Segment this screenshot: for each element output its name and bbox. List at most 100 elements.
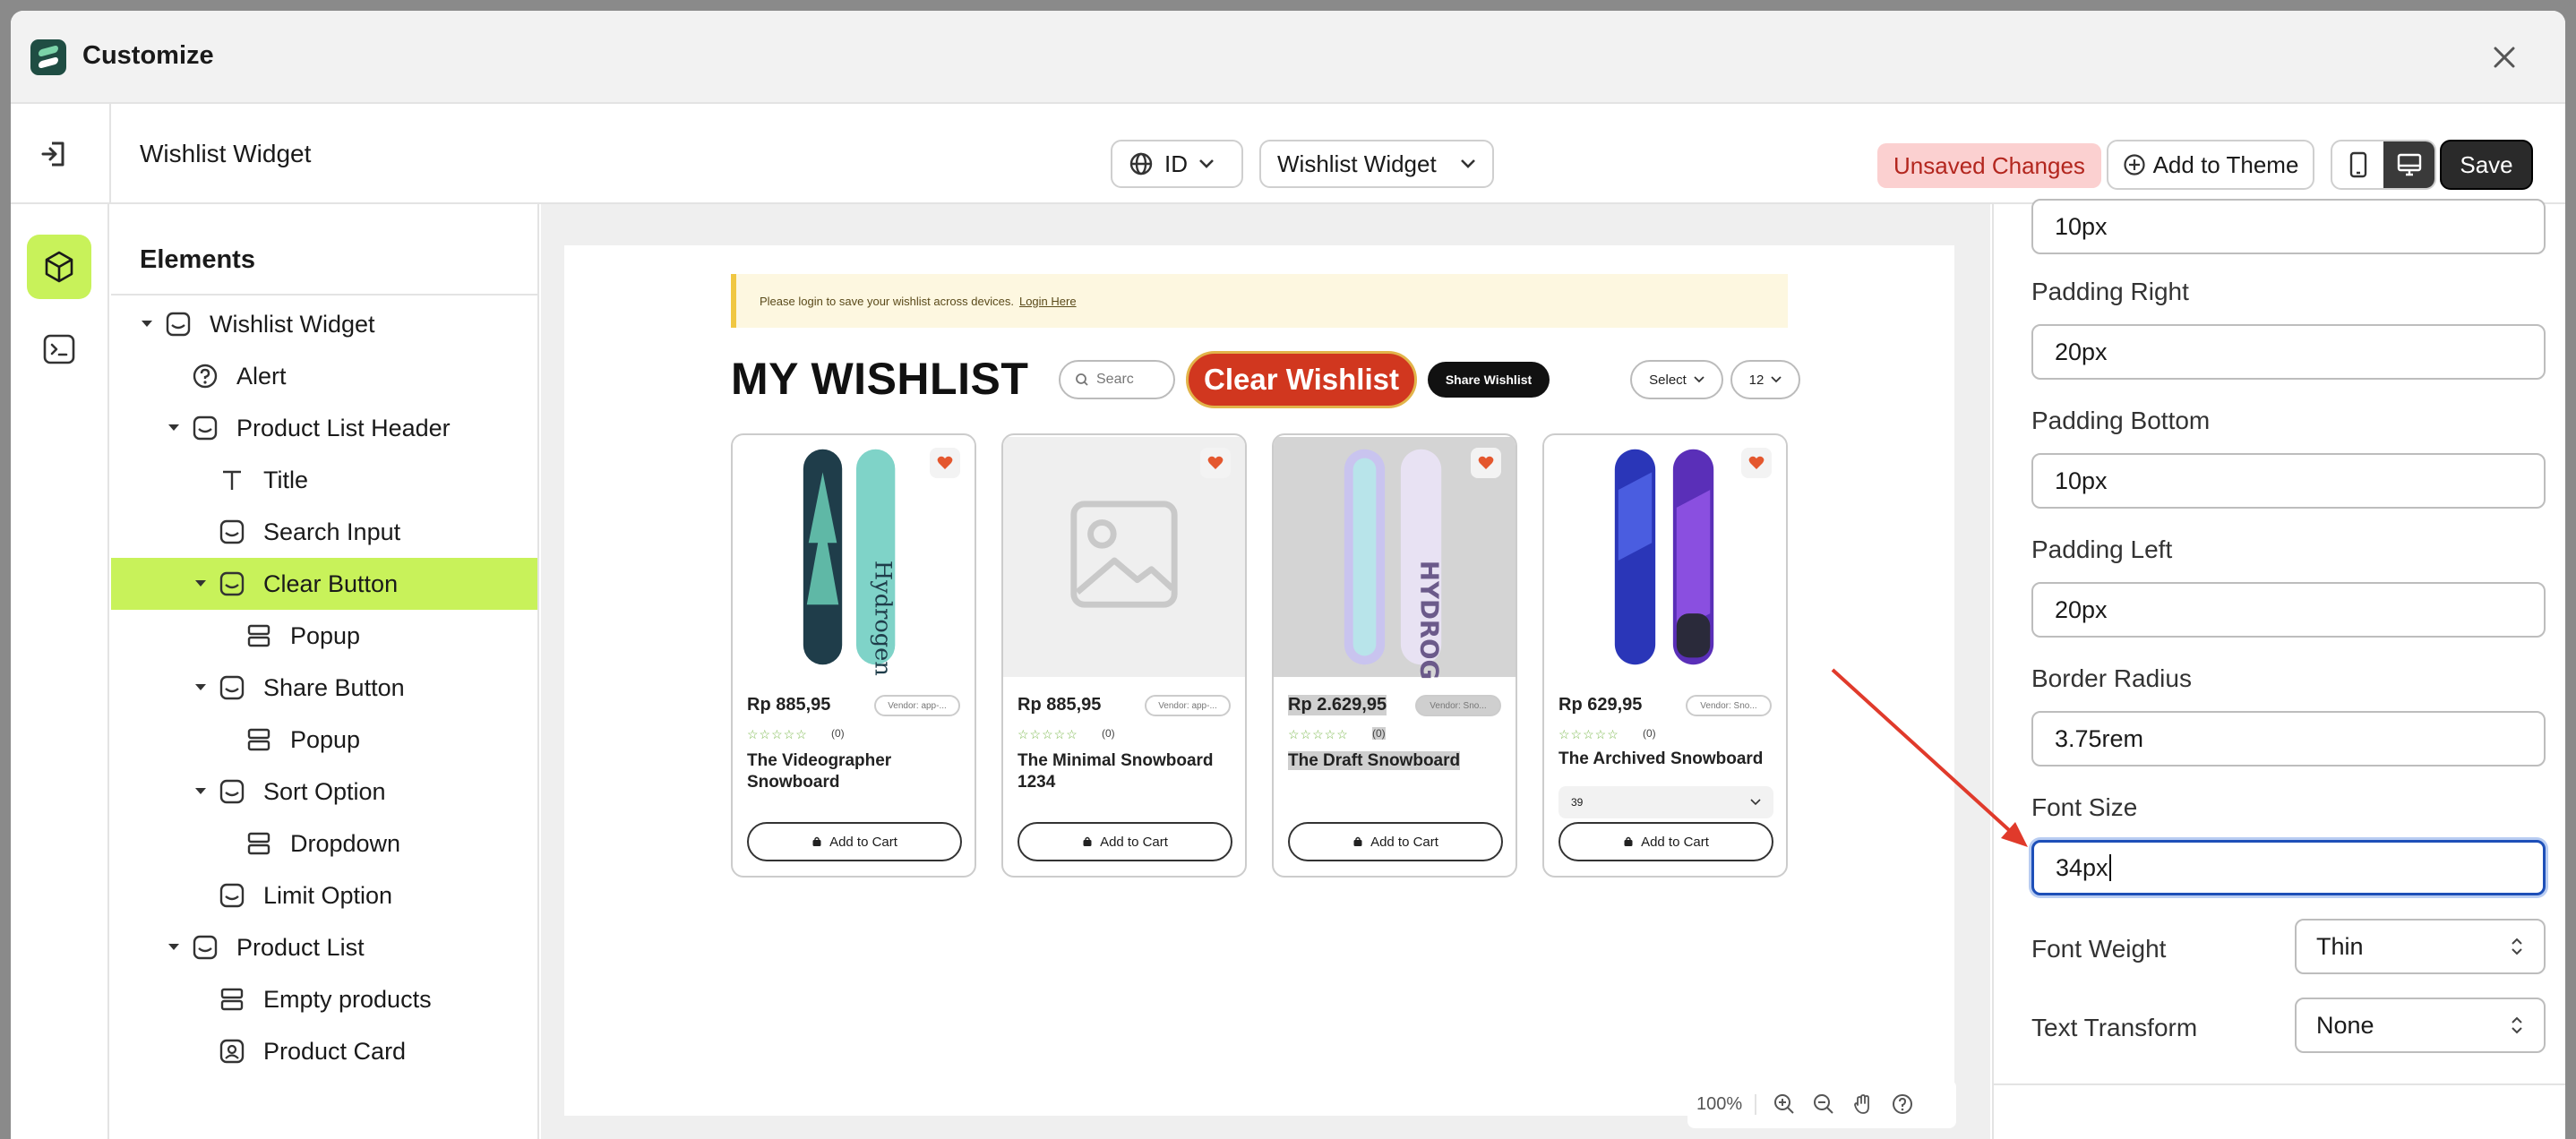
wishlist-heart-button[interactable]	[1471, 448, 1501, 478]
zoom-out-icon[interactable]	[1812, 1092, 1835, 1116]
review-count: (0)	[831, 727, 845, 740]
tree-item-share-button[interactable]: Share Button	[111, 662, 537, 714]
tree-item-dropdown[interactable]: Dropdown	[111, 818, 537, 869]
hand-icon[interactable]	[1851, 1092, 1875, 1116]
tree-item-label: Sort Option	[263, 777, 386, 805]
add-to-theme-button[interactable]: Add to Theme	[2107, 140, 2314, 190]
product-card[interactable]: Rp 629,95 Vendor: Sno... ☆☆☆☆☆ (0) The A…	[1542, 433, 1788, 878]
wishlist-search-input[interactable]: Searc	[1059, 360, 1175, 399]
tree-item-wishlist-widget[interactable]: Wishlist Widget	[111, 298, 537, 350]
caret-down-icon[interactable]	[168, 944, 179, 950]
section-icon	[166, 312, 191, 337]
clear-wishlist-button[interactable]: Clear Wishlist	[1186, 351, 1417, 408]
layout-rows-icon	[247, 728, 270, 751]
desktop-view-button[interactable]	[2383, 141, 2434, 188]
font-size-label: Font Size	[2031, 793, 2138, 821]
variant-value: 39	[1571, 796, 1584, 809]
tree-item-label: Empty products	[263, 985, 432, 1013]
search-icon	[1076, 373, 1088, 386]
border-radius-field[interactable]: 3.75rem	[2031, 711, 2546, 766]
limit-select[interactable]: 12	[1730, 360, 1800, 399]
vendor-badge: Vendor: Sno...	[1686, 695, 1772, 716]
tree-item-label: Product List Header	[236, 414, 451, 441]
desktop-icon	[2397, 153, 2421, 176]
elements-panel: Elements Wishlist Widget Alert Product L…	[111, 204, 539, 1139]
add-to-cart-button[interactable]: Add to Cart	[747, 822, 962, 861]
variant-select[interactable]: 39	[1558, 786, 1773, 818]
caret-down-icon[interactable]	[195, 684, 206, 690]
add-to-cart-button[interactable]: Add to Cart	[1018, 822, 1232, 861]
login-link[interactable]: Login Here	[1019, 295, 1077, 308]
terminal-icon	[43, 334, 75, 364]
caret-down-icon[interactable]	[168, 424, 179, 431]
sort-select[interactable]: Select	[1630, 360, 1723, 399]
product-card[interactable]: Rp 885,95 Vendor: app-... ☆☆☆☆☆ (0) The …	[1001, 433, 1247, 878]
tree-item-product-list[interactable]: Product List	[111, 921, 537, 973]
font-size-field[interactable]: 34px	[2031, 840, 2546, 895]
widget-select[interactable]: Wishlist Widget	[1259, 140, 1494, 188]
component-icon	[219, 779, 245, 804]
layout-rows-icon	[247, 624, 270, 647]
add-to-cart-button[interactable]: Add to Cart	[1558, 822, 1773, 861]
layout-rows-icon	[220, 988, 244, 1011]
product-card[interactable]: HYDROGEN Rp 2.629,95 Vendor: Sno... ☆☆☆☆…	[1272, 433, 1517, 878]
caret-down-icon[interactable]	[142, 321, 152, 327]
language-select[interactable]: ID	[1111, 140, 1243, 188]
wishlist-heart-button[interactable]	[930, 448, 960, 478]
padding-top-field[interactable]: 10px	[2031, 199, 2546, 254]
tree-item-alert[interactable]: Alert	[111, 350, 537, 402]
preview-canvas: Please login to save your wishlist acros…	[541, 204, 1990, 1139]
globe-icon	[1129, 152, 1153, 176]
product-name[interactable]: The Archived Snowboard	[1558, 749, 1773, 770]
share-wishlist-button[interactable]: Share Wishlist	[1428, 362, 1550, 398]
product-card[interactable]: Hydrogen Rp 885,95 Vendor: app-... ☆☆☆☆☆…	[731, 433, 976, 878]
code-tab-button[interactable]	[27, 317, 91, 381]
tree-item-product-list-header[interactable]: Product List Header	[111, 402, 537, 454]
product-name[interactable]: The Videographer Snowboard	[747, 750, 962, 793]
tree-item-popup[interactable]: Popup	[111, 714, 537, 766]
tree-item-sort-option[interactable]: Sort Option	[111, 766, 537, 818]
vendor-badge: Vendor: Sno...	[1415, 695, 1501, 716]
product-name[interactable]: The Draft Snowboard	[1288, 750, 1503, 772]
tree-item-product-card[interactable]: Product Card	[111, 1025, 537, 1077]
product-price: Rp 629,95	[1558, 695, 1643, 715]
tree-item-label: Title	[263, 466, 309, 493]
save-button[interactable]: Save	[2440, 140, 2533, 190]
close-icon[interactable]	[2490, 43, 2519, 72]
search-placeholder: Searc	[1096, 372, 1134, 387]
bag-icon	[1624, 836, 1633, 846]
exit-icon[interactable]	[38, 136, 73, 172]
tree-item-search-input[interactable]: Search Input	[111, 506, 537, 558]
caret-down-icon[interactable]	[195, 788, 206, 794]
padding-left-field[interactable]: 20px	[2031, 582, 2546, 638]
bag-icon	[1353, 836, 1362, 846]
tree-item-clear-button[interactable]: Clear Button	[111, 558, 537, 610]
add-to-cart-label: Add to Cart	[1100, 834, 1168, 850]
tree-item-empty-products[interactable]: Empty products	[111, 973, 537, 1025]
review-count: (0)	[1102, 727, 1115, 740]
elements-tab-button[interactable]	[27, 235, 91, 299]
font-weight-select[interactable]: Thin	[2295, 919, 2546, 974]
section-icon	[193, 935, 218, 960]
tree-item-label: Clear Button	[263, 570, 399, 597]
padding-bottom-field[interactable]: 10px	[2031, 453, 2546, 509]
text-icon	[223, 470, 241, 490]
mobile-view-button[interactable]	[2332, 141, 2383, 188]
padding-left-label: Padding Left	[2031, 535, 2173, 563]
tree-item-limit-option[interactable]: Limit Option	[111, 869, 537, 921]
tree-item-popup[interactable]: Popup	[111, 610, 537, 662]
font-size-value: 34px	[2056, 853, 2108, 881]
wishlist-heart-button[interactable]	[1741, 448, 1772, 478]
padding-right-field[interactable]: 20px	[2031, 324, 2546, 380]
caret-down-icon[interactable]	[195, 580, 206, 587]
text-transform-select[interactable]: None	[2295, 998, 2546, 1053]
product-name[interactable]: The Minimal Snowboard 1234	[1018, 750, 1232, 793]
wishlist-heart-button[interactable]	[1200, 448, 1231, 478]
help-icon[interactable]	[1891, 1092, 1914, 1116]
review-count: (0)	[1372, 727, 1386, 740]
tree-item-title[interactable]: Title	[111, 454, 537, 506]
add-to-cart-button[interactable]: Add to Cart	[1288, 822, 1503, 861]
toolbar-divider	[109, 104, 111, 204]
title-bar: Customize	[11, 11, 2565, 104]
zoom-in-icon[interactable]	[1773, 1092, 1796, 1116]
